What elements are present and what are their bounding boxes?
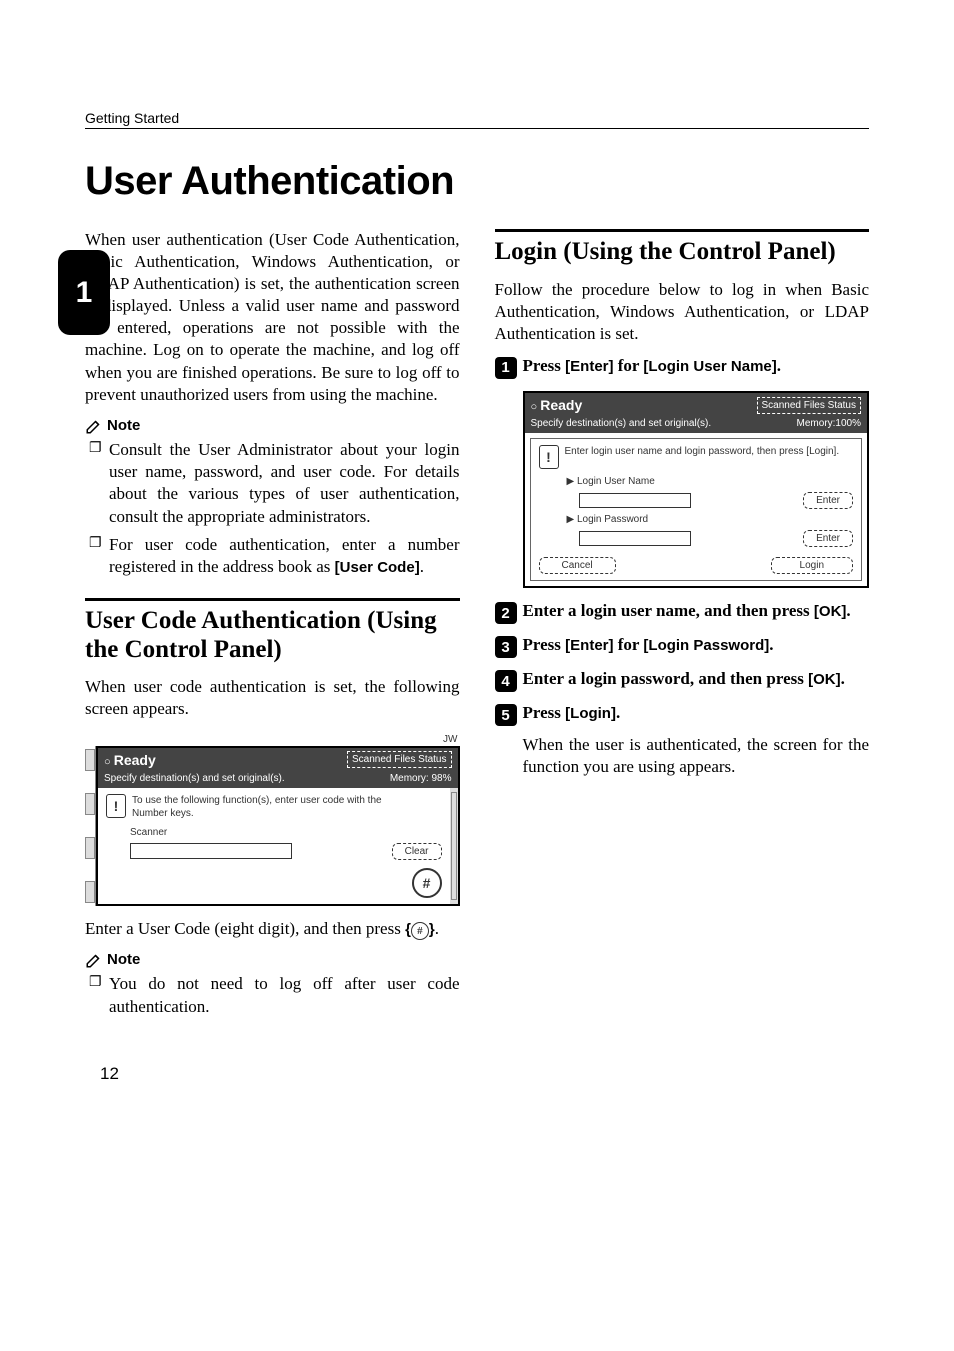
step-5-description: When the user is authenticated, the scre… xyxy=(523,734,870,778)
intro-paragraph: When user authentication (User Code Auth… xyxy=(85,229,460,406)
step-number: 5 xyxy=(495,704,517,726)
screen-subheader: Specify destination(s) and set original(… xyxy=(98,772,458,788)
screenshot-user-code: JW ○ Ready Scanned Files Status Specify … xyxy=(85,733,460,906)
step-number: 1 xyxy=(495,357,517,379)
page-number: 12 xyxy=(100,1064,869,1084)
clear-button[interactable]: Clear xyxy=(392,843,442,860)
section-title: User Code Authentication (Using the Cont… xyxy=(85,607,460,665)
jw-label: JW xyxy=(85,733,460,746)
step-number: 2 xyxy=(495,602,517,624)
section-body: Follow the procedure below to log in whe… xyxy=(495,279,870,345)
step-number: 4 xyxy=(495,670,517,692)
left-column: When user authentication (User Code Auth… xyxy=(85,229,460,1024)
ready-text: Ready xyxy=(114,752,156,768)
step-3: 3 Press [Enter] for [Login Password]. xyxy=(495,634,870,658)
screen-subheader: Specify destination(s) and set original(… xyxy=(525,417,868,433)
cancel-button[interactable]: Cancel xyxy=(539,557,616,574)
note-label: Note xyxy=(107,416,140,436)
chapter-tab: 1 xyxy=(58,250,110,335)
chapter-number: 1 xyxy=(76,276,93,310)
pencil-icon xyxy=(85,417,103,435)
info-icon: ! xyxy=(539,445,559,469)
section-title: Login (Using the Control Panel) xyxy=(495,238,870,267)
note-list: Consult the User Administrator about you… xyxy=(89,439,460,578)
hash-key-button[interactable]: # xyxy=(412,868,442,898)
pencil-icon xyxy=(85,951,103,969)
section-body: When user code authentication is set, th… xyxy=(85,676,460,720)
chapter-title: User Authentication xyxy=(85,159,869,204)
scanned-files-status: Scanned Files Status xyxy=(347,751,452,768)
section-rule xyxy=(495,229,870,232)
enter-button[interactable]: Enter xyxy=(803,492,853,509)
note-label: Note xyxy=(107,950,140,970)
login-user-name-input[interactable] xyxy=(579,493,691,508)
running-head: Getting Started xyxy=(85,110,869,129)
scanned-files-status: Scanned Files Status xyxy=(757,397,862,414)
login-button[interactable]: Login xyxy=(771,557,853,574)
note-heading: Note xyxy=(85,416,460,436)
step-1: 1 Press [Enter] for [Login User Name]. xyxy=(495,355,870,379)
step-4: 4 Enter a login password, and then press… xyxy=(495,668,870,692)
step-number: 3 xyxy=(495,636,517,658)
scanner-label: Scanner xyxy=(130,826,442,839)
scrollbar[interactable] xyxy=(450,788,458,904)
info-icon: ! xyxy=(106,794,126,818)
screenshot-login: ○ Ready Scanned Files Status Specify des… xyxy=(523,391,870,588)
right-column: Login (Using the Control Panel) Follow t… xyxy=(495,229,870,1024)
login-password-label: Login Password xyxy=(577,514,648,525)
enter-button[interactable]: Enter xyxy=(803,530,853,547)
user-code-input[interactable] xyxy=(130,843,292,859)
ready-text: Ready xyxy=(540,397,582,413)
hash-key-icon: # xyxy=(411,922,429,940)
note-item: For user code authentication, enter a nu… xyxy=(89,534,460,578)
note-item: Consult the User Administrator about you… xyxy=(89,439,460,527)
login-user-name-label: Login User Name xyxy=(577,476,655,487)
step-2: 2 Enter a login user name, and then pres… xyxy=(495,600,870,624)
login-password-input[interactable] xyxy=(579,531,691,546)
step-5: 5 Press [Login]. xyxy=(495,702,870,726)
screen-header: ○ Ready Scanned Files Status xyxy=(525,393,868,417)
note-list: You do not need to log off after user co… xyxy=(89,973,460,1017)
tractor-feed-left xyxy=(85,746,96,906)
note-heading: Note xyxy=(85,950,460,970)
section-rule xyxy=(85,598,460,601)
screen-header: ○ Ready Scanned Files Status xyxy=(98,748,458,772)
note-item: You do not need to log off after user co… xyxy=(89,973,460,1017)
enter-code-text: Enter a User Code (eight digit), and the… xyxy=(85,918,460,940)
